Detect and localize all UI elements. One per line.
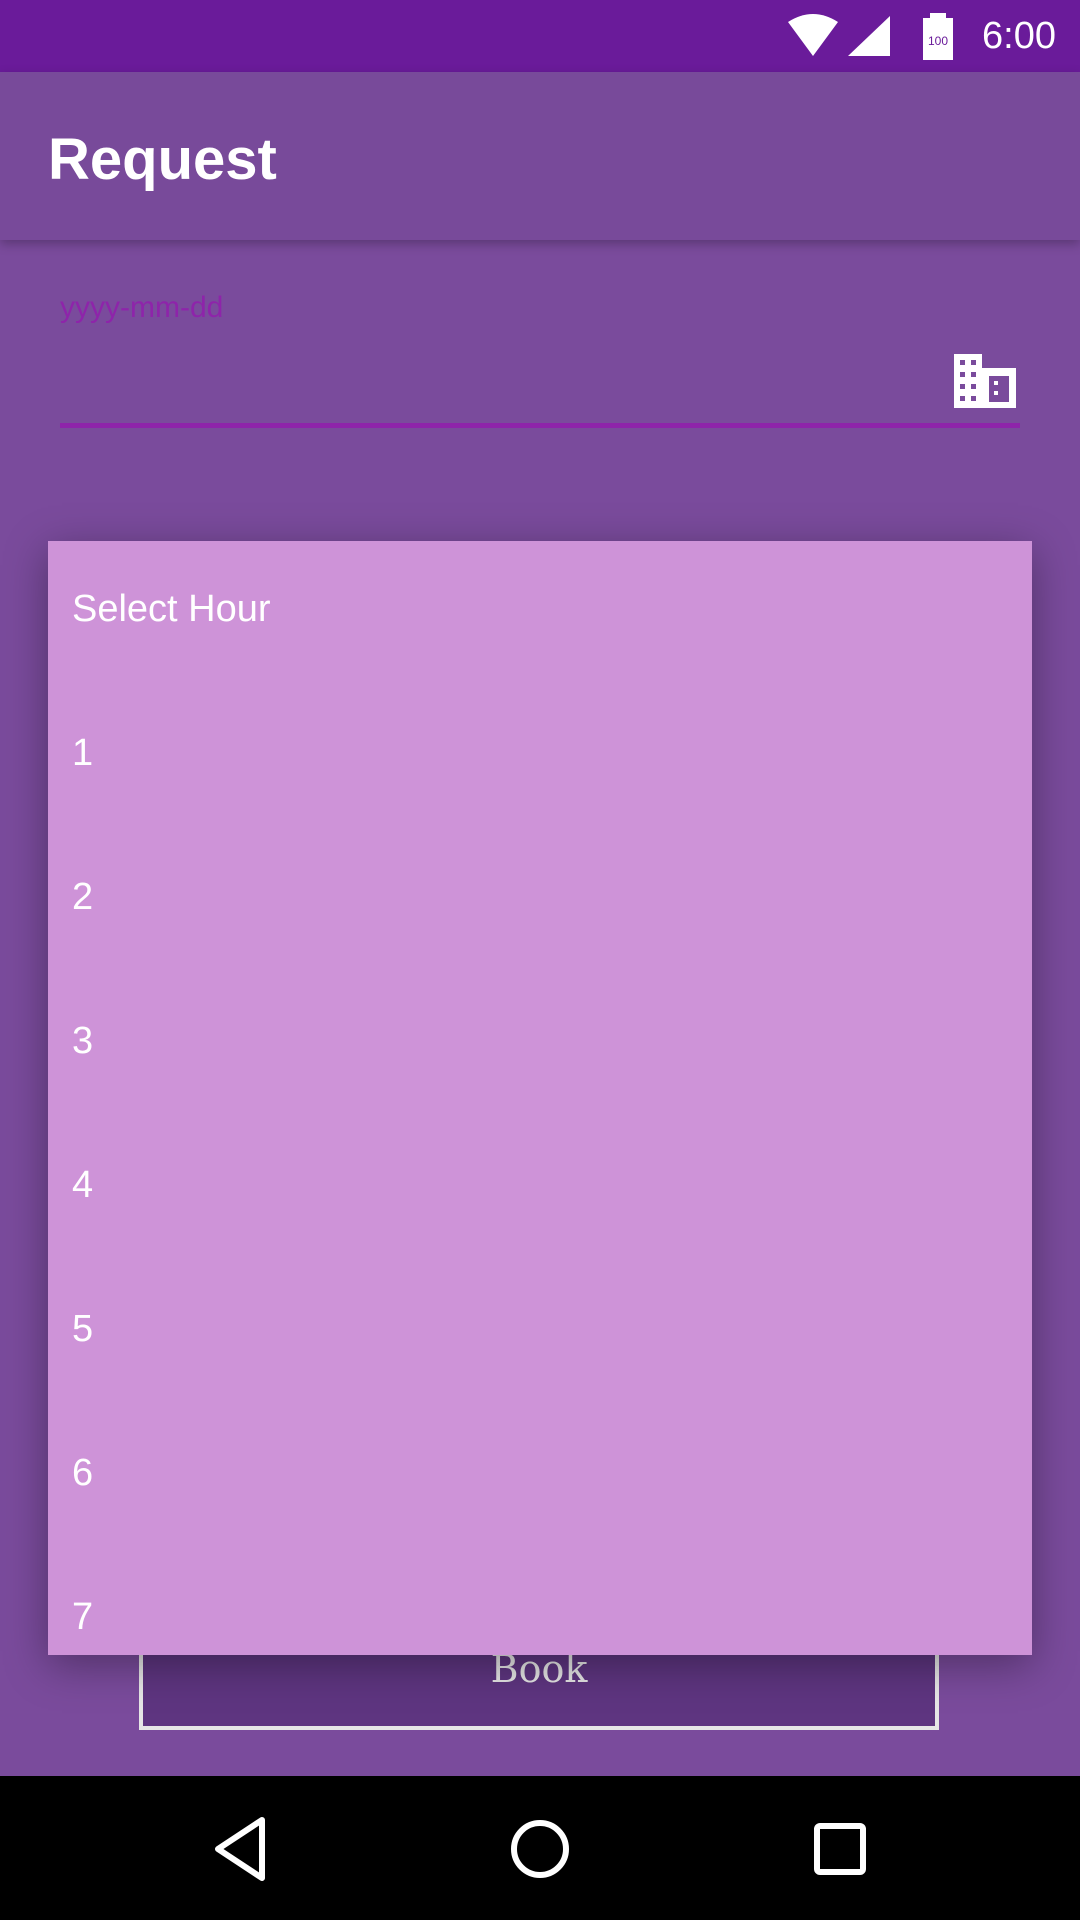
hour-option-5[interactable]: 5 xyxy=(72,1305,93,1353)
app-bar: Request xyxy=(0,72,1080,240)
status-icons: 100 xyxy=(780,12,960,60)
hour-option-4[interactable]: 4 xyxy=(72,1161,93,1209)
hour-option-3[interactable]: 3 xyxy=(72,1017,93,1065)
date-field[interactable]: yyyy-mm-dd xyxy=(60,280,1020,430)
cell-signal-icon xyxy=(848,16,890,56)
wifi-icon xyxy=(788,14,838,56)
hour-picker-title: Select Hour xyxy=(72,588,271,630)
hour-option-7[interactable]: 7 xyxy=(72,1593,93,1641)
navigation-bar xyxy=(0,1776,1080,1920)
home-icon[interactable] xyxy=(505,1814,575,1884)
status-bar: 100 6:00 xyxy=(0,0,1080,72)
back-icon[interactable] xyxy=(206,1814,276,1884)
battery-icon: 100 xyxy=(923,13,953,60)
hour-option-6[interactable]: 6 xyxy=(72,1449,93,1497)
date-underline xyxy=(60,423,1020,428)
hour-picker-dialog: Select Hour 1 2 3 4 5 6 7 xyxy=(48,541,1032,1655)
clock: 6:00 xyxy=(982,15,1056,57)
page-title: Request xyxy=(48,127,277,192)
recents-icon[interactable] xyxy=(805,1814,875,1884)
hour-option-1[interactable]: 1 xyxy=(72,729,93,777)
date-placeholder: yyyy-mm-dd xyxy=(60,291,224,324)
battery-level: 100 xyxy=(928,34,948,48)
calendar-icon[interactable] xyxy=(954,354,1016,408)
hour-option-2[interactable]: 2 xyxy=(72,873,93,921)
